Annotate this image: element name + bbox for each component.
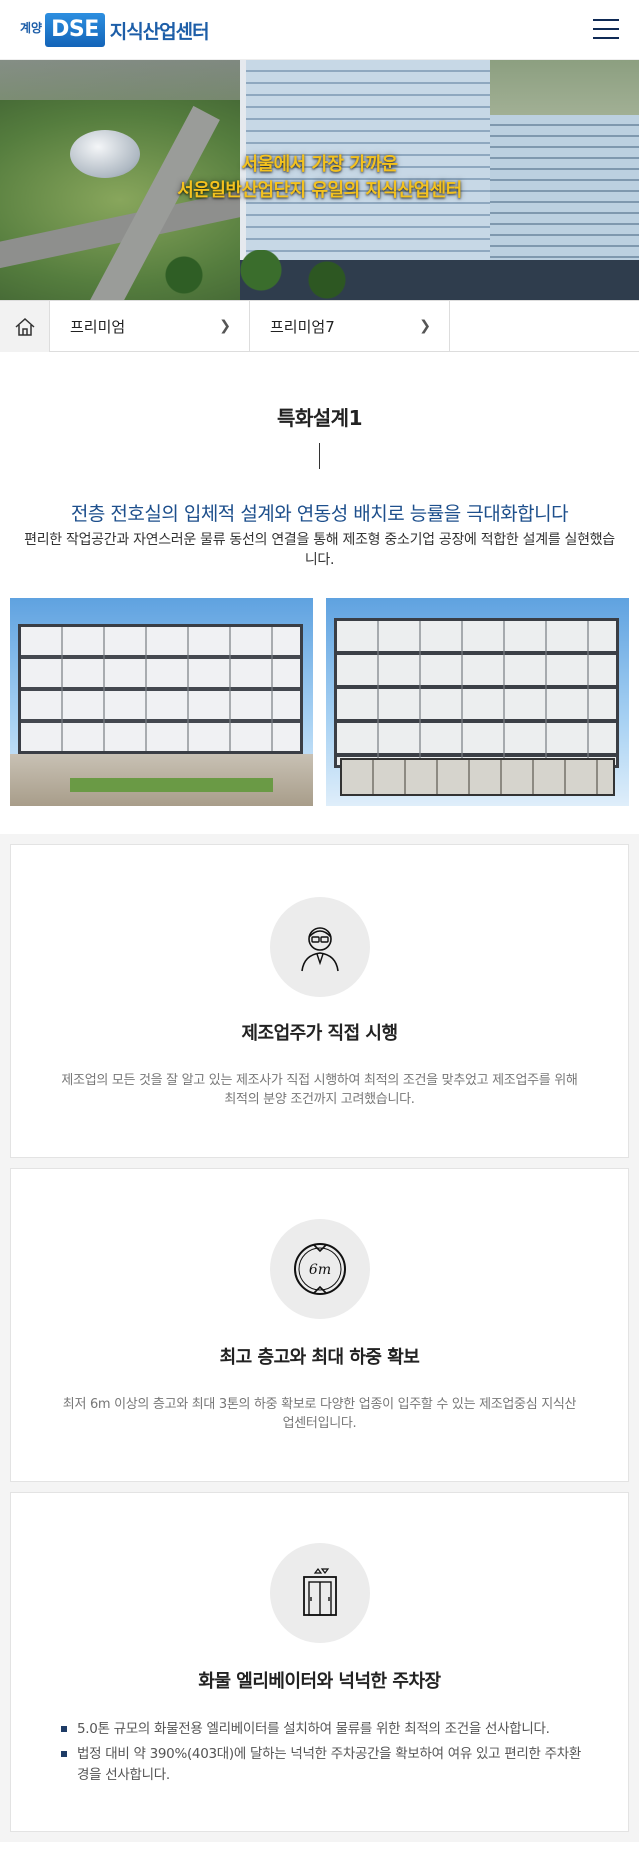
hero-banner: 서울에서 가장 가까운 서운일반산업단지 유일의 지식산업센터 [0, 60, 639, 300]
elevator-icon [302, 1568, 337, 1616]
building-structure-2 [334, 618, 619, 768]
breadcrumb: 프리미엄 ❯ 프리미엄7 ❯ [0, 300, 639, 352]
home-button[interactable] [0, 301, 50, 352]
section-lead: 전층 전호실의 입체적 설계와 연동성 배치로 능률을 극대화합니다 편리한 작… [0, 499, 639, 570]
feature-cards: 제조업주가 직접 시행 제조업의 모든 것을 잘 알고 있는 제조사가 직접 시… [0, 834, 639, 1842]
hamburger-menu-icon[interactable] [593, 19, 619, 41]
list-item: 5.0톤 규모의 화물전용 엘리베이터를 설치하여 물류를 위한 최적의 조건을… [61, 1719, 583, 1740]
section-header: 특화설계1 [0, 352, 639, 469]
feature-card-title: 화물 엘리베이터와 넉넉한 주차장 [198, 1671, 441, 1692]
title-divider [319, 443, 320, 469]
elevator-icon-wrap [269, 1543, 370, 1643]
chevron-right-icon: ❯ [419, 318, 431, 334]
building-columns-2 [337, 621, 616, 765]
hero-line-1: 서울에서 가장 가까운 [241, 154, 398, 175]
section-title: 특화설계1 [276, 406, 363, 430]
site-header: 계양 DSE 지식산업센터 [0, 0, 639, 60]
feature-card: 제조업주가 직접 시행 제조업의 모든 것을 잘 알고 있는 제조사가 직접 시… [10, 844, 629, 1158]
feature-card: 화물 엘리베이터와 넉넉한 주차장 5.0톤 규모의 화물전용 엘리베이터를 설… [10, 1492, 629, 1832]
breadcrumb-depth-2-label: 프리미엄7 [270, 317, 335, 336]
hero-trees [140, 250, 360, 300]
ceiling-height-icon-wrap: 6m [269, 1219, 370, 1319]
list-item: 법정 대비 약 390%(403대)에 달하는 넉넉한 주차공간을 확보하여 여… [61, 1744, 583, 1786]
feature-bullet-list: 5.0톤 규모의 화물전용 엘리베이터를 설치하여 물류를 위한 최적의 조건을… [11, 1719, 628, 1786]
feature-card-text: 제조업의 모든 것을 잘 알고 있는 제조사가 직접 시행하여 최적의 조건을 … [61, 1073, 578, 1107]
building-section-image-1 [10, 598, 313, 806]
feature-card-text: 최저 6m 이상의 층고와 최대 3톤의 하중 확보로 다양한 업종이 입주할 … [62, 1397, 577, 1431]
ceiling-height-icon-label: 6m [308, 1262, 330, 1278]
feature-card: 6m 최고 층고와 최대 하중 확보 최저 6m 이상의 층고와 최대 3톤의 … [10, 1168, 629, 1482]
logo-sub-text: 계양 [20, 20, 43, 35]
logo[interactable]: 계양 DSE 지식산업센터 [20, 12, 210, 48]
building-section-image-2 [326, 598, 629, 806]
ceiling-height-icon: 6m [293, 1243, 346, 1295]
logo-name: 지식산업센터 [109, 20, 210, 43]
feature-card-title: 제조업주가 직접 시행 [241, 1023, 398, 1044]
breadcrumb-depth-1[interactable]: 프리미엄 ❯ [50, 301, 250, 351]
chevron-right-icon: ❯ [219, 318, 231, 334]
breadcrumb-depth-2[interactable]: 프리미엄7 ❯ [250, 301, 450, 351]
hero-caption: 서울에서 가장 가까운 서운일반산업단지 유일의 지식산업센터 [0, 152, 639, 204]
lead-main-text: 전층 전호실의 입체적 설계와 연동성 배치로 능률을 극대화합니다 [70, 503, 569, 525]
home-icon [15, 317, 34, 336]
hero-line-2: 서운일반산업단지 유일의 지식산업센터 [177, 180, 462, 201]
manager-icon [269, 897, 370, 997]
building-basement [340, 758, 615, 796]
breadcrumb-depth-1-label: 프리미엄 [70, 317, 126, 336]
person-icon [300, 927, 339, 972]
building-columns [21, 627, 300, 751]
lead-sub-text: 편리한 작업공간과 자연스러운 물류 동선의 연결을 통해 제조형 중소기업 공… [24, 532, 615, 568]
building-structure [18, 624, 303, 754]
building-lawn [70, 778, 273, 792]
logo-mark: DSE [45, 13, 105, 47]
design-images [0, 598, 639, 806]
feature-card-title: 최고 층고와 최대 하중 확보 [219, 1347, 420, 1368]
